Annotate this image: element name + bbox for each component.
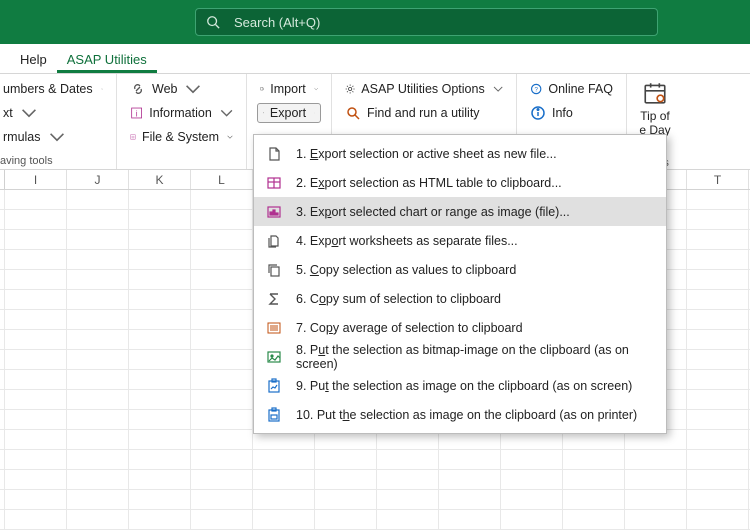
- tab-help[interactable]: Help: [10, 46, 57, 73]
- clipboard-print-icon: [266, 407, 282, 423]
- col-header[interactable]: J: [67, 170, 129, 189]
- calendar-icon: [642, 80, 668, 106]
- chevron-down-icon: [21, 105, 37, 121]
- clipboard-image-icon: [266, 378, 282, 394]
- search-placeholder: Search (Alt+Q): [234, 15, 320, 30]
- import-icon: [260, 81, 264, 97]
- chevron-down-icon: [101, 81, 103, 97]
- average-icon: [266, 320, 282, 336]
- col-header[interactable]: T: [687, 170, 749, 189]
- svg-text:i: i: [136, 109, 138, 118]
- copy-icon: [266, 262, 282, 278]
- chevron-down-icon: [220, 105, 233, 121]
- html-table-icon: [266, 175, 282, 191]
- title-bar: Search (Alt+Q): [0, 0, 750, 44]
- tip-of-day-button[interactable]: Tip ofe Day: [627, 76, 683, 138]
- information-button[interactable]: iInformation: [127, 103, 236, 123]
- menu-export-new-file[interactable]: 1. Export selection or active sheet as n…: [254, 139, 666, 168]
- export-button[interactable]: Export: [257, 103, 321, 123]
- group-label: aving tools: [0, 153, 106, 167]
- menu-put-image-screen[interactable]: 9. Put the selection as image on the cli…: [254, 371, 666, 400]
- menu-copy-average[interactable]: 7. Copy average of selection to clipboar…: [254, 313, 666, 342]
- search-box[interactable]: Search (Alt+Q): [195, 8, 658, 36]
- formulas-button[interactable]: rmulas: [0, 127, 106, 147]
- file-system-button[interactable]: File & System: [127, 127, 236, 147]
- menu-put-bitmap-screen[interactable]: 8. Put the selection as bitmap-image on …: [254, 342, 666, 371]
- folder-icon: [130, 129, 136, 145]
- tab-bar: Help ASAP Utilities: [0, 44, 750, 74]
- info-button[interactable]: Info: [527, 103, 616, 123]
- search-icon: [206, 15, 220, 29]
- text-button[interactable]: xt: [0, 103, 106, 123]
- online-faq-button[interactable]: ?Online FAQ: [527, 79, 616, 99]
- chevron-down-icon: [314, 105, 315, 121]
- menu-copy-values[interactable]: 5. Copy selection as values to clipboard: [254, 255, 666, 284]
- col-header[interactable]: L: [191, 170, 253, 189]
- menu-export-chart-image[interactable]: 3. Export selected chart or range as ima…: [254, 197, 666, 226]
- chevron-down-icon: [227, 129, 233, 145]
- search-icon: [345, 105, 361, 121]
- file-icon: [266, 146, 282, 162]
- numbers-dates-button[interactable]: umbers & Dates: [0, 79, 106, 99]
- info-sheet-icon: i: [130, 105, 143, 121]
- col-header[interactable]: K: [129, 170, 191, 189]
- menu-export-worksheets[interactable]: 4. Export worksheets as separate files..…: [254, 226, 666, 255]
- tab-asap-utilities[interactable]: ASAP Utilities: [57, 46, 157, 73]
- export-dropdown-menu: 1. Export selection or active sheet as n…: [253, 134, 667, 434]
- chevron-down-icon: [493, 81, 503, 97]
- menu-put-image-printer[interactable]: 10. Put the selection as image on the cl…: [254, 400, 666, 429]
- svg-text:?: ?: [534, 86, 538, 93]
- info-icon: [530, 105, 546, 121]
- link-icon: [130, 81, 146, 97]
- import-button[interactable]: Import: [257, 79, 321, 99]
- image-icon: [266, 349, 282, 365]
- chevron-down-icon: [49, 129, 65, 145]
- menu-export-html-clipboard[interactable]: 2. Export selection as HTML table to cli…: [254, 168, 666, 197]
- chart-image-icon: [266, 204, 282, 220]
- menu-copy-sum[interactable]: 6. Copy sum of selection to clipboard: [254, 284, 666, 313]
- col-header[interactable]: I: [5, 170, 67, 189]
- find-utility-button[interactable]: Find and run a utility: [342, 103, 506, 123]
- options-button[interactable]: ASAP Utilities Options: [342, 79, 506, 99]
- files-icon: [266, 233, 282, 249]
- gear-icon: [345, 81, 355, 97]
- chevron-down-icon: [185, 81, 201, 97]
- sigma-icon: [266, 291, 282, 307]
- help-icon: ?: [530, 81, 542, 97]
- chevron-down-icon: [314, 81, 318, 97]
- export-icon: [263, 105, 264, 121]
- web-button[interactable]: Web: [127, 79, 236, 99]
